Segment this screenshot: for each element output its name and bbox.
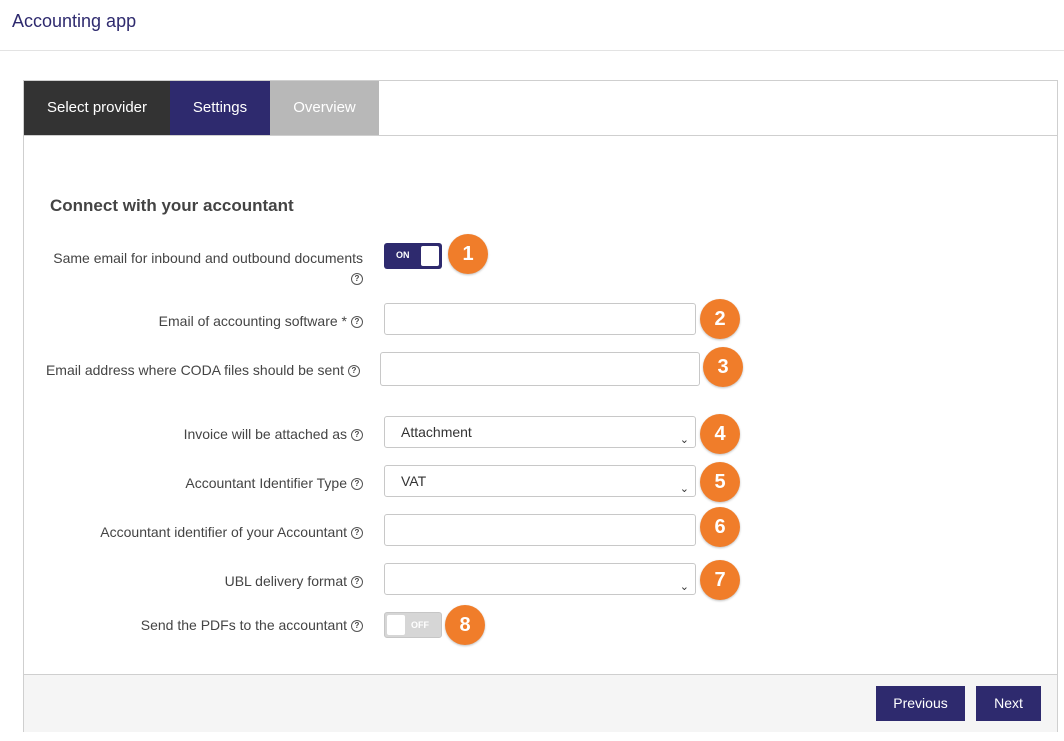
tab-select-provider[interactable]: Select provider <box>24 81 170 135</box>
tab-settings[interactable]: Settings <box>170 81 270 135</box>
ubl-format-select[interactable]: ⌄ <box>384 563 696 595</box>
help-icon[interactable]: ? <box>351 429 363 442</box>
coda-email-label-text: Email address where CODA files should be… <box>45 362 344 378</box>
same-email-label: Same email for inbound and outbound docu… <box>53 249 363 287</box>
same-email-label-text: Same email for inbound and outbound docu… <box>53 250 363 266</box>
next-button[interactable]: Next <box>976 686 1041 721</box>
section-heading: Connect with your accountant <box>50 196 294 215</box>
identifier-type-label: Accountant Identifier Type? <box>185 475 363 491</box>
chevron-down-icon: ⌄ <box>679 581 689 593</box>
identifier-label-text: Accountant identifier of your Accountant <box>100 524 347 540</box>
help-icon[interactable]: ? <box>351 273 363 286</box>
tab-overview[interactable]: Overview <box>270 81 379 135</box>
toggle-knob <box>387 615 405 635</box>
coda-email-label: Email address where CODA files should be… <box>46 362 360 378</box>
toggle-state-label: OFF <box>411 620 429 630</box>
wizard-footer: Previous Next <box>24 674 1057 732</box>
send-pdfs-label-text: Send the PDFs to the accountant <box>140 617 347 633</box>
chevron-down-icon: ⌄ <box>679 434 689 446</box>
same-email-toggle[interactable]: ON <box>384 243 442 269</box>
step-marker-8: 8 <box>445 605 485 645</box>
invoice-attached-label-text: Invoice will be attached as <box>183 426 347 442</box>
invoice-attached-select[interactable]: Attachment ⌄ <box>384 416 696 448</box>
identifier-type-label-text: Accountant Identifier Type <box>185 475 347 491</box>
chevron-down-icon: ⌄ <box>679 483 689 495</box>
step-marker-1: 1 <box>448 234 488 274</box>
accounting-email-label-text: Email of accounting software * <box>158 313 347 329</box>
step-marker-5: 5 <box>700 462 740 502</box>
step-marker-4: 4 <box>700 414 740 454</box>
toggle-knob <box>421 246 439 266</box>
send-pdfs-label: Send the PDFs to the accountant? <box>141 617 363 633</box>
toggle-state-label: ON <box>396 250 410 260</box>
invoice-attached-value: Attachment <box>401 424 472 440</box>
step-marker-6: 6 <box>700 507 740 547</box>
identifier-label: Accountant identifier of your Accountant… <box>100 524 363 540</box>
step-marker-2: 2 <box>700 299 740 339</box>
help-icon[interactable]: ? <box>348 365 360 378</box>
identifier-type-value: VAT <box>401 473 427 489</box>
identifier-input[interactable] <box>384 514 696 546</box>
help-icon[interactable]: ? <box>351 576 363 589</box>
ubl-format-label-text: UBL delivery format <box>224 573 347 589</box>
help-icon[interactable]: ? <box>351 316 363 329</box>
help-icon[interactable]: ? <box>351 620 363 633</box>
previous-button[interactable]: Previous <box>876 686 965 721</box>
ubl-format-label: UBL delivery format? <box>225 573 363 589</box>
accounting-email-label: Email of accounting software *? <box>159 313 363 329</box>
invoice-attached-label: Invoice will be attached as? <box>184 426 363 442</box>
step-marker-7: 7 <box>700 560 740 600</box>
help-icon[interactable]: ? <box>351 478 363 491</box>
identifier-type-select[interactable]: VAT ⌄ <box>384 465 696 497</box>
accounting-email-input[interactable] <box>384 303 696 335</box>
step-marker-3: 3 <box>703 347 743 387</box>
wizard-tabs: Select provider Settings Overview <box>24 81 1057 136</box>
app-title: Accounting app <box>12 11 137 31</box>
app-header: Accounting app <box>0 0 1064 51</box>
send-pdfs-toggle[interactable]: OFF <box>384 612 442 638</box>
help-icon[interactable]: ? <box>351 527 363 540</box>
coda-email-input[interactable] <box>380 352 700 386</box>
wizard-card: Select provider Settings Overview Connec… <box>23 80 1058 732</box>
